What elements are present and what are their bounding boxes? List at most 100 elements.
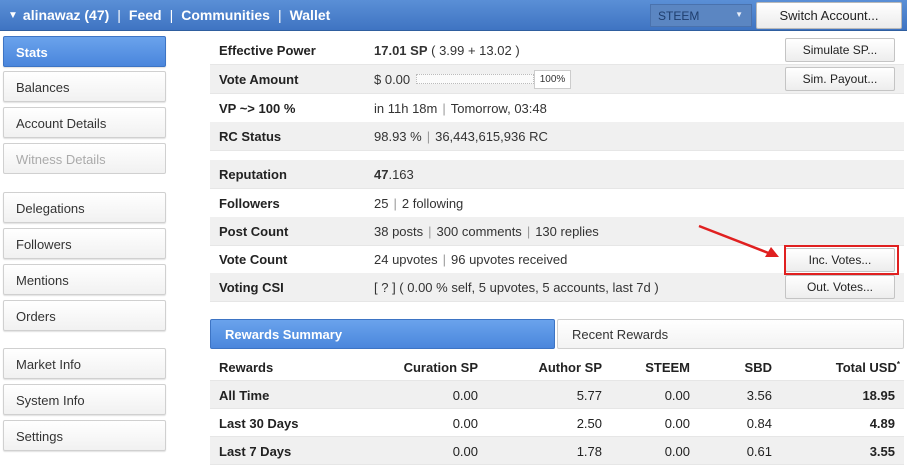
caret-down-icon[interactable]: ▼: [8, 10, 18, 21]
sidebar-item-balances[interactable]: Balances: [3, 71, 166, 102]
stats-row-followers: Followers 25 | 2 following: [210, 189, 904, 218]
row-label: Followers: [219, 196, 280, 211]
column-header-total-usd: Total USD*: [835, 360, 900, 375]
sidebar-item-market-info[interactable]: Market Info: [3, 348, 166, 379]
cell-total-usd: 18.95: [862, 388, 895, 403]
comments-count: 300 comments: [436, 224, 522, 239]
following-count: 2 following: [401, 196, 464, 211]
column-header: Author SP: [538, 360, 602, 375]
vote-weight-slider[interactable]: [416, 74, 534, 84]
sidebar-item-system-info[interactable]: System Info: [3, 384, 166, 415]
table-row: Last 7 Days 0.00 1.78 0.00 0.61 3.55: [210, 437, 904, 465]
row-value: in 11h 18m | Tomorrow, 03:48: [374, 101, 547, 116]
cell-total-usd: 4.89: [869, 416, 895, 431]
sidebar-item-witness-details: Witness Details: [3, 143, 166, 174]
row-label: Post Count: [219, 224, 289, 239]
cell-author-sp: 5.77: [576, 388, 602, 403]
row-label: Effective Power: [219, 43, 316, 58]
nav-wallet[interactable]: Wallet: [290, 7, 331, 23]
top-bar: ▼ alinawaz (47) | Feed | Communities | W…: [0, 0, 907, 31]
nav-separator: |: [277, 7, 282, 23]
replies-count: 130 replies: [535, 224, 599, 239]
sidebar-item-orders[interactable]: Orders: [3, 300, 166, 331]
vp-remaining: in 11h 18m: [374, 101, 438, 116]
row-label: Last 7 Days: [219, 444, 292, 459]
nav-feed[interactable]: Feed: [129, 7, 162, 23]
row-label: Vote Amount: [219, 72, 299, 87]
simulate-sp-button[interactable]: Simulate SP...: [785, 38, 895, 62]
nav-communities[interactable]: Communities: [181, 7, 270, 23]
reputation-int: 47: [374, 167, 389, 182]
cell-sbd: 3.56: [746, 388, 772, 403]
sidebar-item-delegations[interactable]: Delegations: [3, 192, 166, 223]
column-header: SBD: [744, 360, 772, 375]
vote-weight-input[interactable]: 100%: [534, 70, 571, 89]
nav-separator: |: [169, 7, 174, 23]
stats-row-voting-csi: Voting CSI [ ? ] ( 0.00 % self, 5 upvote…: [210, 273, 904, 302]
effective-power-value: 17.01 SP: [374, 43, 428, 58]
row-value: 24 upvotes | 96 upvotes received: [374, 252, 568, 267]
row-value: 38 posts | 300 comments | 130 replies: [374, 224, 599, 239]
cell-sbd: 0.61: [746, 444, 772, 459]
chain-select[interactable]: STEEM ▼: [650, 4, 752, 27]
vp-full-time: Tomorrow, 03:48: [450, 101, 547, 116]
sim-payout-button[interactable]: Sim. Payout...: [785, 67, 895, 91]
stats-row-post-count: Post Count 38 posts | 300 comments | 130 rep…: [210, 217, 904, 246]
sidebar-item-followers[interactable]: Followers: [3, 228, 166, 259]
tab-rewards-summary[interactable]: Rewards Summary: [210, 319, 555, 349]
upvotes-received: 96 upvotes received: [451, 252, 568, 267]
annotation-arrow-icon: [698, 224, 779, 257]
sidebar-item-stats[interactable]: Stats: [3, 36, 166, 67]
reputation-dec: .163: [388, 167, 414, 182]
stats-row-effective-power: Effective Power 17.01 SP ( 3.99 + 13.02 …: [210, 36, 904, 65]
tab-recent-rewards[interactable]: Recent Rewards: [557, 319, 904, 349]
switch-account-button[interactable]: Switch Account...: [756, 2, 902, 29]
cell-author-sp: 1.78: [576, 444, 602, 459]
row-label: Last 30 Days: [219, 416, 299, 431]
top-nav: ▼ alinawaz (47) | Feed | Communities | W…: [8, 7, 330, 23]
out-votes-button[interactable]: Out. Votes...: [785, 275, 895, 299]
voting-csi-value: [ ? ] ( 0.00 % self, 5 upvotes, 5 accoun…: [374, 280, 659, 295]
vote-amount-value: $ 0.00: [374, 72, 411, 87]
dropdown-arrow-icon: ▼: [735, 10, 743, 19]
cell-sbd: 0.84: [746, 416, 772, 431]
posts-count: 38 posts: [374, 224, 424, 239]
sidebar-item-settings[interactable]: Settings: [3, 420, 166, 451]
row-value: 17.01 SP ( 3.99 + 13.02 ): [374, 43, 520, 58]
stats-row-vote-amount: Vote Amount $ 0.00 100% Sim. Payout...: [210, 65, 904, 94]
row-label: VP ~> 100 %: [219, 101, 296, 116]
rewards-tabs: Rewards Summary Recent Rewards: [210, 319, 904, 349]
row-label: Vote Count: [219, 252, 288, 267]
stats-row-vp: VP ~> 100 % in 11h 18m | Tomorrow, 03:48: [210, 94, 904, 123]
cell-author-sp: 2.50: [576, 416, 602, 431]
column-header: Rewards: [219, 360, 274, 375]
sidebar-item-account-details[interactable]: Account Details: [3, 107, 166, 138]
followers-count: 25: [374, 196, 389, 211]
cell-curation-sp: 0.00: [452, 444, 478, 459]
stats-row-rc: RC Status 98.93 % | 36,443,615,936 RC: [210, 122, 904, 151]
column-header: Curation SP: [403, 360, 478, 375]
row-label: Voting CSI: [219, 280, 284, 295]
cell-steem: 0.00: [664, 444, 690, 459]
table-header: Rewards Curation SP Author SP STEEM SBD …: [210, 353, 904, 381]
upvotes-count: 24 upvotes: [374, 252, 438, 267]
cell-curation-sp: 0.00: [452, 416, 478, 431]
table-row: All Time 0.00 5.77 0.00 3.56 18.95: [210, 381, 904, 409]
stats-row-vote-count: Vote Count 24 upvotes | 96 upvotes receive…: [210, 245, 904, 274]
row-label: All Time: [219, 388, 270, 403]
row-value: 25 | 2 following: [374, 196, 464, 211]
account-menu[interactable]: alinawaz (47): [23, 7, 109, 23]
table-row: Last 30 Days 0.00 2.50 0.00 0.84 4.89: [210, 409, 904, 437]
sidebar-item-mentions[interactable]: Mentions: [3, 264, 166, 295]
inc-votes-button[interactable]: Inc. Votes...: [785, 248, 895, 272]
effective-power-detail: ( 3.99 + 13.02 ): [431, 43, 520, 58]
row-label: Reputation: [219, 167, 287, 182]
cell-steem: 0.00: [664, 388, 690, 403]
column-header: STEEM: [645, 360, 690, 375]
row-value: 98.93 % | 36,443,615,936 RC: [374, 129, 548, 144]
row-label: RC Status: [219, 129, 282, 144]
stats-row-reputation: Reputation 47.163: [210, 160, 904, 189]
nav-separator: |: [117, 7, 121, 23]
cell-steem: 0.00: [664, 416, 690, 431]
rc-amount: 36,443,615,936 RC: [435, 129, 548, 144]
